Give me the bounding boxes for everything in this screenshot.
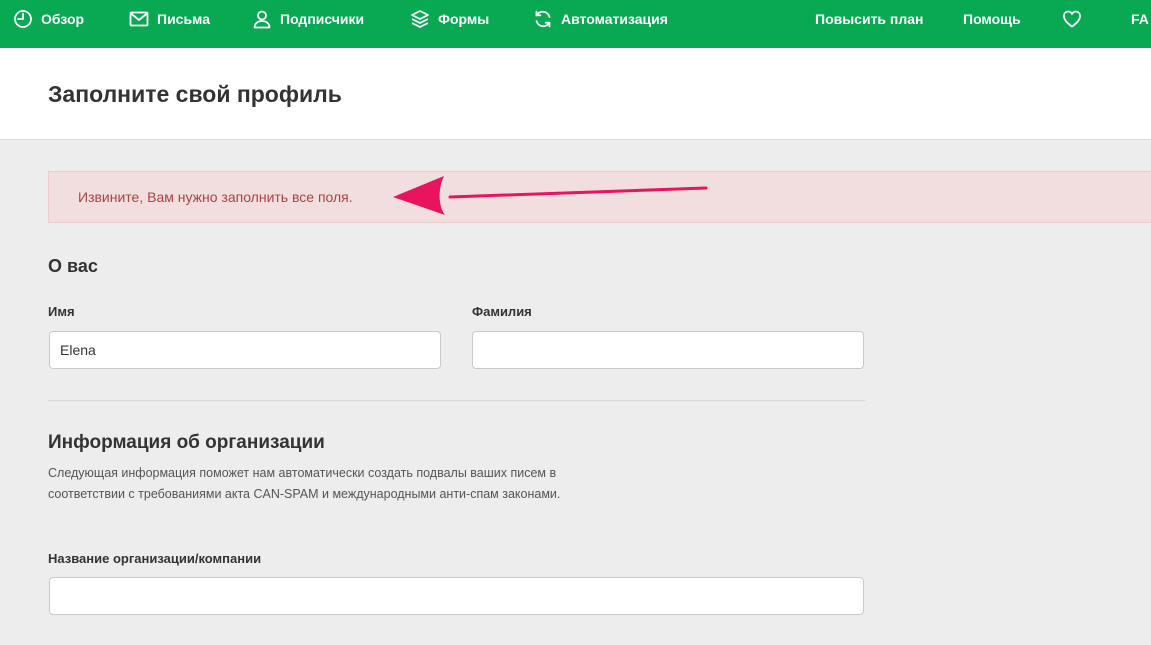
upgrade-plan-label: Повысить план xyxy=(815,11,924,27)
favorites-button[interactable] xyxy=(1062,0,1090,38)
company-name-label: Название организации/компании xyxy=(48,551,262,566)
organization-section-title: Информация об организации xyxy=(48,432,325,453)
account-label: FA xyxy=(1131,11,1149,27)
page-title: Заполните свой профиль xyxy=(48,81,342,107)
top-navigation: Обзор Письма Подписчики Формы Автоматиза… xyxy=(0,0,1151,48)
section-divider xyxy=(48,400,865,401)
help-link[interactable]: Помощь xyxy=(963,0,1021,38)
nav-item-subscribers[interactable]: Подписчики xyxy=(252,0,364,38)
first-name-label: Имя xyxy=(48,304,75,319)
refresh-icon xyxy=(535,10,551,28)
annotation-arrow-icon xyxy=(393,176,708,215)
error-alert-text: Извините, Вам нужно заполнить все поля. xyxy=(78,189,353,205)
account-menu[interactable]: FA xyxy=(1131,0,1149,38)
last-name-input[interactable] xyxy=(472,331,864,369)
last-name-label: Фамилия xyxy=(472,304,532,319)
about-section-title: О вас xyxy=(48,256,98,276)
organization-description: Следующая информация поможет нам автомат… xyxy=(48,466,561,501)
nav-item-automation[interactable]: Автоматизация xyxy=(533,0,668,38)
help-label: Помощь xyxy=(963,11,1021,27)
nav-item-label: Обзор xyxy=(41,11,85,27)
nav-item-label: Письма xyxy=(157,11,211,27)
layers-icon xyxy=(411,10,429,28)
first-name-input[interactable] xyxy=(49,331,441,369)
company-name-input[interactable] xyxy=(49,577,864,615)
clock-icon xyxy=(14,10,32,28)
page-header: Заполните свой профиль xyxy=(0,48,1151,140)
upgrade-plan-link[interactable]: Повысить план xyxy=(815,0,924,38)
nav-item-label: Автоматизация xyxy=(561,11,668,27)
nav-item-overview[interactable]: Обзор xyxy=(13,0,84,38)
user-icon xyxy=(253,10,271,29)
nav-item-emails[interactable]: Письма xyxy=(129,0,210,38)
nav-item-forms[interactable]: Формы xyxy=(410,0,489,38)
envelope-icon xyxy=(129,11,149,27)
nav-item-label: Формы xyxy=(438,11,490,27)
nav-item-label: Подписчики xyxy=(280,11,365,27)
heart-icon xyxy=(1063,10,1081,28)
